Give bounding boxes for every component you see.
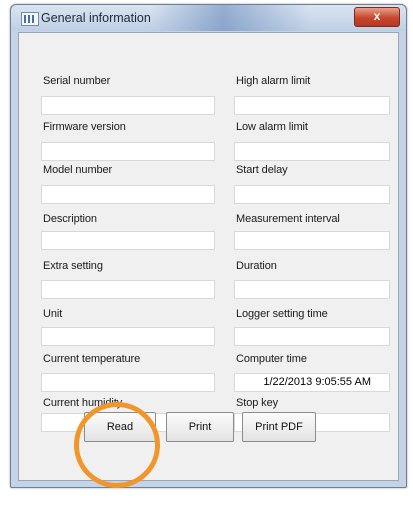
measurement-interval-field[interactable] — [234, 231, 390, 250]
model-number-label: Model number — [43, 164, 113, 176]
print-button[interactable]: Print — [166, 412, 234, 442]
high-alarm-limit-field[interactable] — [234, 96, 390, 115]
extra-setting-field[interactable] — [41, 280, 215, 299]
firmware-version-field[interactable] — [41, 142, 215, 161]
serial-number-label: Serial number — [43, 75, 111, 87]
start-delay-field[interactable] — [234, 185, 390, 204]
app-icon — [21, 12, 39, 26]
duration-field[interactable] — [234, 280, 390, 299]
unit-field[interactable] — [41, 327, 215, 346]
computer-time-field[interactable]: 1/22/2013 9:05:55 AM — [234, 373, 390, 392]
computer-time-label: Computer time — [236, 353, 307, 365]
window-title: General information — [41, 11, 151, 25]
current-humidity-label: Current humidity — [43, 397, 123, 409]
general-information-window: General information x Serial number Firm… — [10, 4, 407, 488]
description-label: Description — [43, 213, 97, 225]
duration-label: Duration — [236, 260, 277, 272]
high-alarm-limit-label: High alarm limit — [236, 75, 311, 87]
description-field[interactable] — [41, 231, 215, 250]
close-button[interactable]: x — [354, 7, 400, 27]
unit-label: Unit — [43, 308, 63, 320]
logger-setting-time-field[interactable] — [234, 327, 390, 346]
logger-setting-time-label: Logger setting time — [236, 308, 328, 320]
current-temperature-label: Current temperature — [43, 353, 141, 365]
serial-number-field[interactable] — [41, 96, 215, 115]
extra-setting-label: Extra setting — [43, 260, 103, 272]
print-pdf-button[interactable]: Print PDF — [242, 412, 316, 442]
low-alarm-limit-field[interactable] — [234, 142, 390, 161]
current-temperature-field[interactable] — [41, 373, 215, 392]
title-bar[interactable]: General information x — [11, 5, 406, 31]
measurement-interval-label: Measurement interval — [236, 213, 340, 225]
read-button[interactable]: Read — [84, 412, 156, 442]
low-alarm-limit-label: Low alarm limit — [236, 121, 308, 133]
model-number-field[interactable] — [41, 185, 215, 204]
stop-key-label: Stop key — [236, 397, 279, 409]
start-delay-label: Start delay — [236, 164, 288, 176]
firmware-version-label: Firmware version — [43, 121, 126, 133]
title-bar-glare — [151, 5, 311, 31]
